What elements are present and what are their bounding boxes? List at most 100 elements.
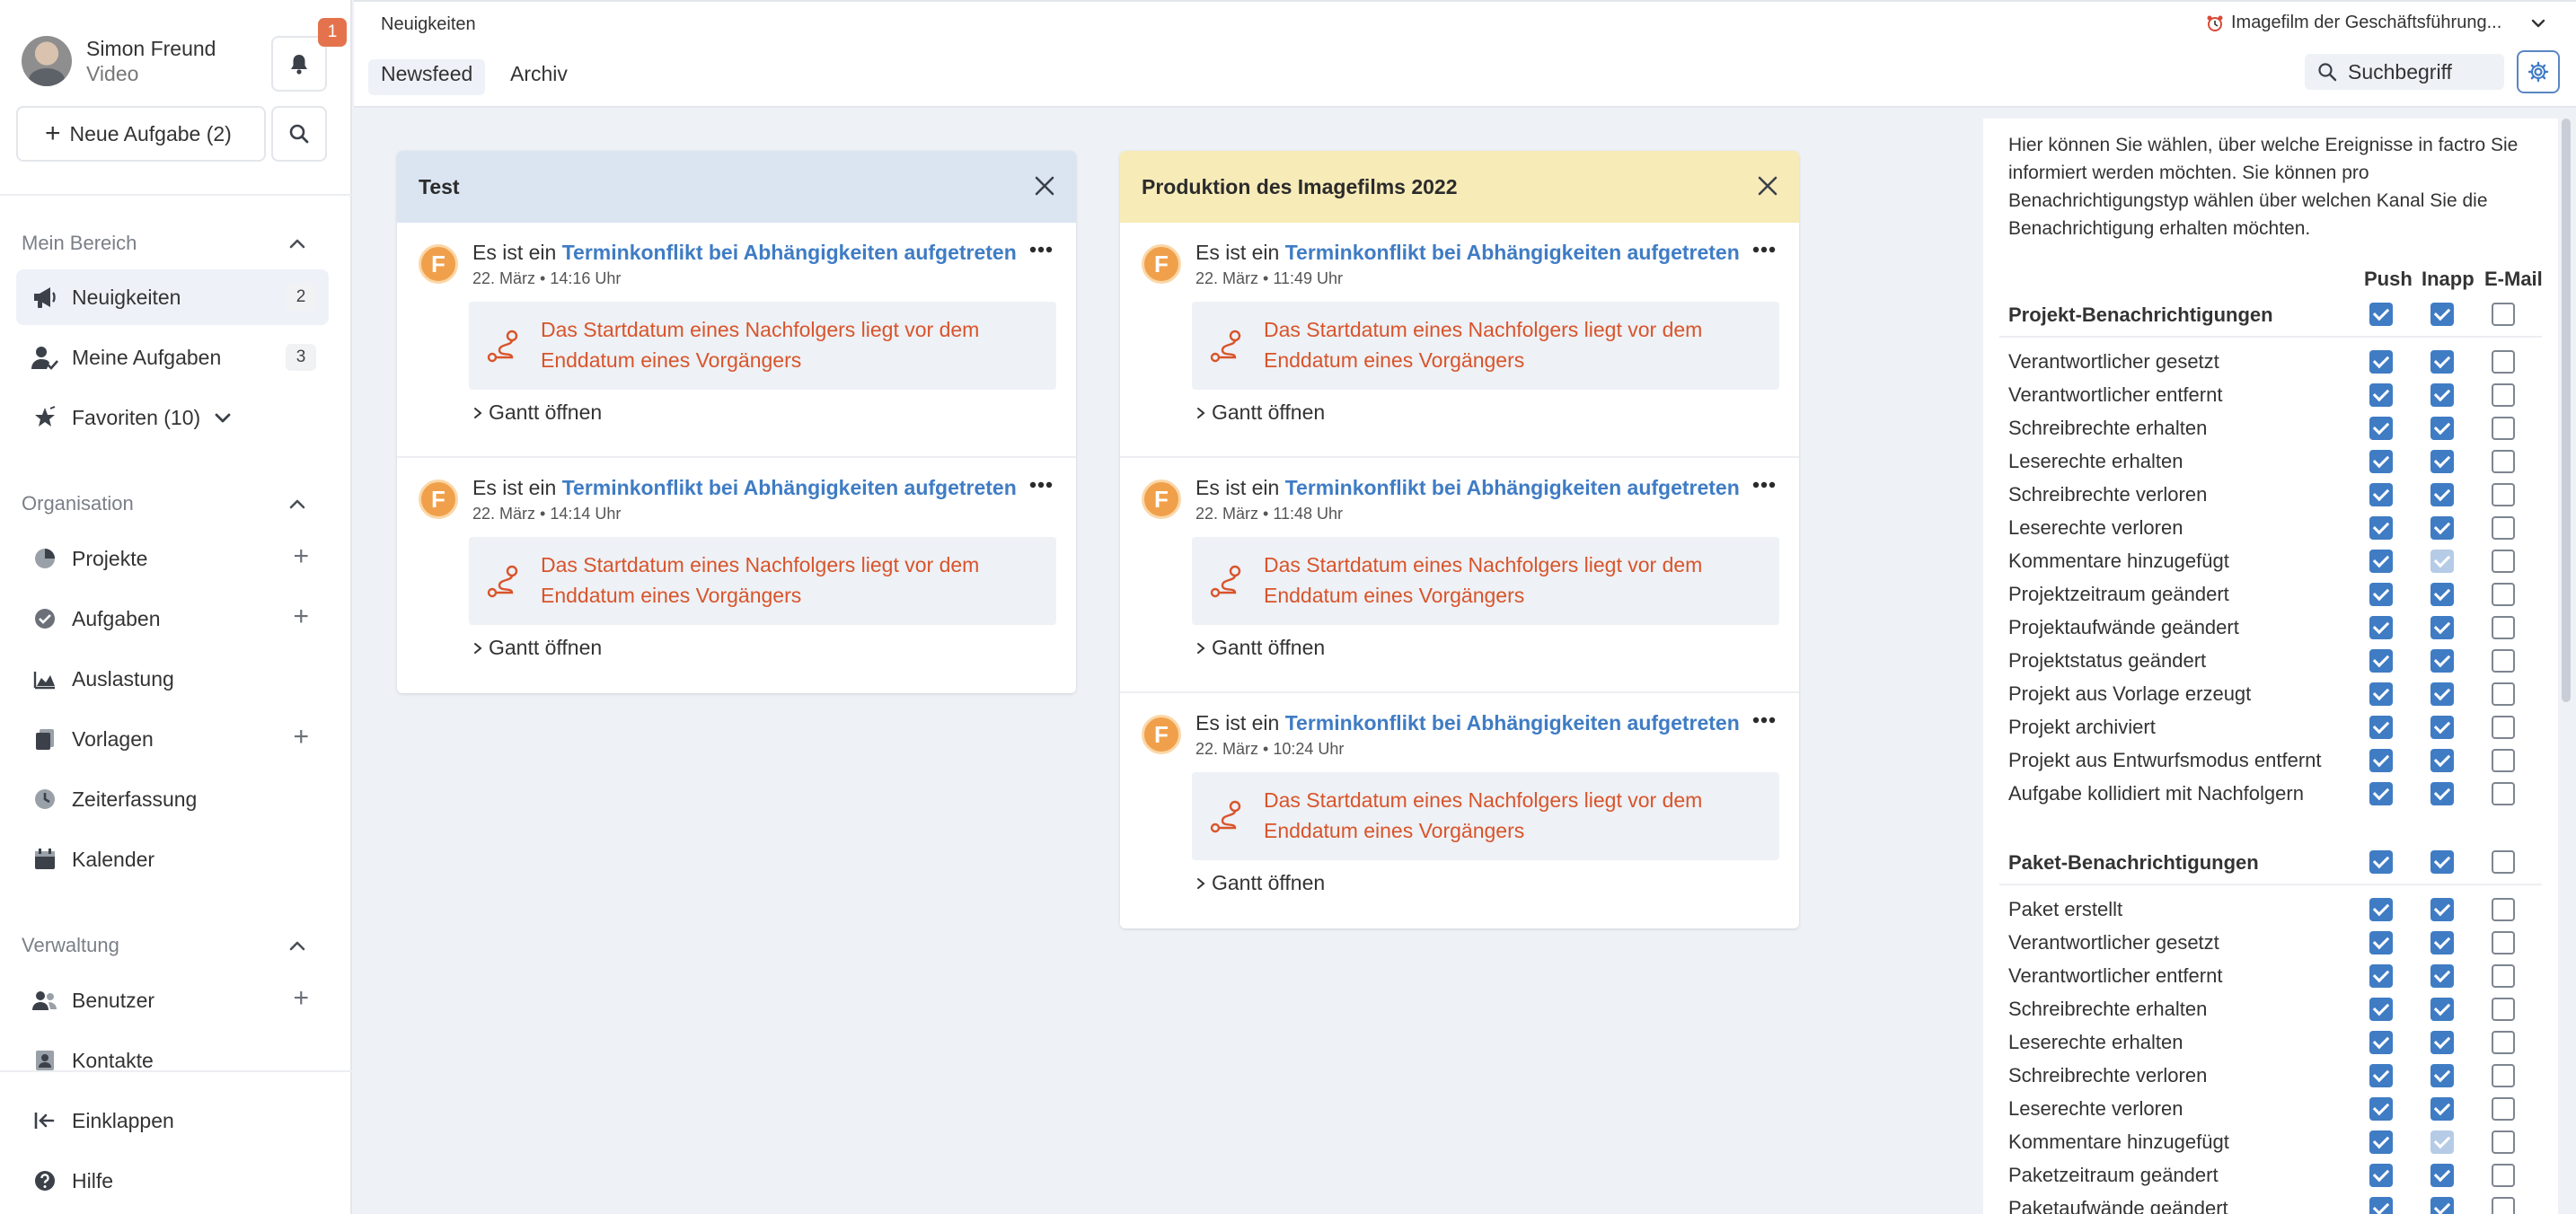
setting-email-checkbox[interactable]: [2492, 616, 2515, 639]
setting-push-checkbox[interactable]: [2369, 1031, 2393, 1054]
setting-inapp-checkbox[interactable]: [2430, 1097, 2454, 1121]
sidebar-item-zeiterfassung[interactable]: Zeiterfassung: [16, 771, 329, 827]
add-task-button[interactable]: +: [293, 603, 309, 630]
setting-push-checkbox[interactable]: [2369, 550, 2393, 573]
setting-push-checkbox[interactable]: [2369, 898, 2393, 921]
setting-email-checkbox[interactable]: [2492, 1197, 2515, 1214]
setting-email-checkbox[interactable]: [2492, 383, 2515, 407]
setting-push-checkbox[interactable]: [2369, 782, 2393, 805]
setting-inapp-checkbox[interactable]: [2430, 749, 2454, 772]
setting-email-checkbox[interactable]: [2492, 417, 2515, 440]
search-button[interactable]: [271, 106, 327, 162]
setting-push-checkbox[interactable]: [2369, 450, 2393, 473]
setting-push-checkbox[interactable]: [2369, 583, 2393, 606]
tab-newsfeed[interactable]: Newsfeed: [368, 59, 486, 95]
settings-button[interactable]: [2517, 50, 2560, 93]
gantt-open-link[interactable]: Gantt öffnen: [1195, 871, 1325, 895]
setting-push-checkbox[interactable]: [2369, 383, 2393, 407]
setting-email-checkbox[interactable]: [2492, 998, 2515, 1021]
entry-link[interactable]: Terminkonflikt bei Abhängigkeiten aufget…: [1285, 241, 1740, 264]
entry-link[interactable]: Terminkonflikt bei Abhängigkeiten aufget…: [1285, 476, 1740, 499]
setting-inapp-checkbox[interactable]: [2430, 649, 2454, 673]
setting-email-checkbox[interactable]: [2492, 1164, 2515, 1187]
setting-inapp-checkbox[interactable]: [2430, 1064, 2454, 1087]
setting-push-checkbox[interactable]: [2369, 1197, 2393, 1214]
setting-push-checkbox[interactable]: [2369, 649, 2393, 673]
setting-push-checkbox[interactable]: [2369, 964, 2393, 988]
setting-inapp-checkbox[interactable]: [2430, 417, 2454, 440]
sidebar-item-vorlagen[interactable]: Vorlagen +: [16, 711, 329, 767]
setting-inapp-checkbox[interactable]: [2430, 450, 2454, 473]
setting-email-checkbox[interactable]: [2492, 550, 2515, 573]
sidebar-item-kalender[interactable]: Kalender: [16, 831, 329, 887]
more-options-icon[interactable]: [1029, 481, 1053, 488]
setting-push-checkbox[interactable]: [2369, 749, 2393, 772]
setting-push-checkbox[interactable]: [2369, 682, 2393, 706]
group-all-inapp-checkbox[interactable]: [2430, 303, 2454, 326]
setting-inapp-checkbox[interactable]: [2430, 350, 2454, 374]
sidebar-item-projekte[interactable]: Projekte +: [16, 531, 329, 586]
setting-inapp-checkbox[interactable]: [2430, 516, 2454, 540]
setting-push-checkbox[interactable]: [2369, 716, 2393, 739]
setting-inapp-checkbox[interactable]: [2430, 964, 2454, 988]
setting-push-checkbox[interactable]: [2369, 1097, 2393, 1121]
gantt-open-link[interactable]: Gantt öffnen: [1195, 400, 1325, 425]
setting-email-checkbox[interactable]: [2492, 964, 2515, 988]
setting-email-checkbox[interactable]: [2492, 483, 2515, 506]
setting-email-checkbox[interactable]: [2492, 931, 2515, 954]
gantt-open-link[interactable]: Gantt öffnen: [472, 636, 602, 660]
setting-email-checkbox[interactable]: [2492, 898, 2515, 921]
sidebar-item-favoriten[interactable]: Favoriten (10): [16, 390, 329, 445]
more-options-icon[interactable]: [1752, 481, 1776, 488]
setting-inapp-checkbox[interactable]: [2430, 931, 2454, 954]
gantt-open-link[interactable]: Gantt öffnen: [1195, 636, 1325, 660]
sidebar-item-aufgaben[interactable]: Aufgaben +: [16, 591, 329, 647]
setting-inapp-checkbox[interactable]: [2430, 682, 2454, 706]
sidebar-item-auslastung[interactable]: Auslastung: [16, 651, 329, 707]
entry-link[interactable]: Terminkonflikt bei Abhängigkeiten aufget…: [562, 241, 1017, 264]
group-all-email-checkbox[interactable]: [2492, 303, 2515, 326]
setting-inapp-checkbox[interactable]: [2430, 1197, 2454, 1214]
more-options-icon[interactable]: [1752, 246, 1776, 253]
setting-inapp-checkbox[interactable]: [2430, 1164, 2454, 1187]
setting-email-checkbox[interactable]: [2492, 716, 2515, 739]
search-input[interactable]: Suchbegriff: [2305, 54, 2504, 90]
entry-link[interactable]: Terminkonflikt bei Abhängigkeiten aufget…: [562, 476, 1017, 499]
setting-email-checkbox[interactable]: [2492, 649, 2515, 673]
setting-email-checkbox[interactable]: [2492, 782, 2515, 805]
setting-push-checkbox[interactable]: [2369, 931, 2393, 954]
setting-email-checkbox[interactable]: [2492, 1031, 2515, 1054]
setting-email-checkbox[interactable]: [2492, 450, 2515, 473]
chevron-down-icon[interactable]: [213, 408, 233, 427]
close-icon[interactable]: [1756, 174, 1779, 198]
setting-push-checkbox[interactable]: [2369, 1164, 2393, 1187]
setting-push-checkbox[interactable]: [2369, 483, 2393, 506]
scrollbar[interactable]: [2562, 119, 2571, 702]
group-all-push-checkbox[interactable]: [2369, 850, 2393, 874]
more-options-icon[interactable]: [1029, 246, 1053, 253]
setting-email-checkbox[interactable]: [2492, 1097, 2515, 1121]
new-task-button[interactable]: + Neue Aufgabe (2): [16, 106, 266, 162]
tab-archiv[interactable]: Archiv: [498, 59, 580, 95]
group-all-inapp-checkbox[interactable]: [2430, 850, 2454, 874]
sidebar-item-benutzer[interactable]: Benutzer +: [16, 972, 329, 1028]
setting-push-checkbox[interactable]: [2369, 417, 2393, 440]
group-all-email-checkbox[interactable]: [2492, 850, 2515, 874]
setting-email-checkbox[interactable]: [2492, 682, 2515, 706]
setting-email-checkbox[interactable]: [2492, 1064, 2515, 1087]
setting-inapp-checkbox[interactable]: [2430, 550, 2454, 573]
setting-inapp-checkbox[interactable]: [2430, 616, 2454, 639]
setting-inapp-checkbox[interactable]: [2430, 1130, 2454, 1154]
setting-inapp-checkbox[interactable]: [2430, 782, 2454, 805]
project-select[interactable]: Imagefilm der Geschäftsführung...: [2206, 13, 2546, 33]
add-template-button[interactable]: +: [293, 724, 309, 751]
setting-push-checkbox[interactable]: [2369, 998, 2393, 1021]
sidebar-item-neuigkeiten[interactable]: Neuigkeiten 2: [16, 269, 329, 325]
setting-email-checkbox[interactable]: [2492, 583, 2515, 606]
close-icon[interactable]: [1033, 174, 1056, 198]
setting-email-checkbox[interactable]: [2492, 350, 2515, 374]
chevron-up-icon[interactable]: [287, 233, 307, 253]
sidebar-item-einklappen[interactable]: Einklappen: [16, 1093, 329, 1148]
setting-email-checkbox[interactable]: [2492, 1130, 2515, 1154]
sidebar-item-meine-aufgaben[interactable]: Meine Aufgaben 3: [16, 330, 329, 385]
